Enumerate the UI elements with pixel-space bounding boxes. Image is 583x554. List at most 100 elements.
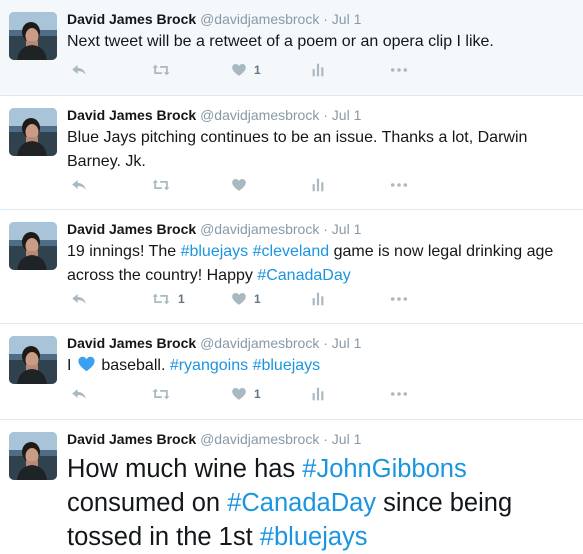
tweet-header: David James Brock @davidjamesbrock · Jul… [67,10,361,28]
hashtag-link[interactable]: #ryangoins [170,357,248,374]
tweet-header: David James Brock @davidjamesbrock · Jul… [67,106,361,124]
hashtag-link[interactable]: #CanadaDay [257,267,350,284]
retweet-icon [151,176,171,194]
hashtag-link[interactable]: #bluejays [260,523,368,551]
analytics-button[interactable] [309,289,327,309]
tweet[interactable]: David James Brock @davidjamesbrock · Jul… [0,96,583,210]
heart-icon [231,62,247,78]
reply-icon [70,61,88,79]
retweet-button[interactable] [151,384,178,404]
retweet-button[interactable]: 1 [151,289,185,309]
text-segment: consumed on [67,489,228,517]
tweet-date[interactable]: Jul 1 [332,107,362,123]
reply-button[interactable] [70,60,88,80]
reply-icon [70,176,88,194]
retweet-icon [151,61,171,79]
more-button[interactable] [388,384,410,404]
reply-button[interactable] [70,384,88,404]
text-segment: How much wine has [67,455,303,483]
retweet-icon [151,385,171,403]
user-handle[interactable]: @davidjamesbrock [200,11,319,27]
retweet-icon [151,290,171,308]
tweet-header: David James Brock @davidjamesbrock · Jul… [67,334,361,352]
tweet-text: 19 innings! The #bluejays #cleveland gam… [67,240,567,288]
separator: · [323,11,328,27]
user-fullname[interactable]: David James Brock [67,431,196,447]
reply-icon [70,385,88,403]
user-handle[interactable]: @davidjamesbrock [200,431,319,447]
more-icon [388,176,410,194]
tweet[interactable]: David James Brock @davidjamesbrock · Jul… [0,0,583,96]
tweet-date[interactable]: Jul 1 [332,11,362,27]
timeline: David James Brock @davidjamesbrock · Jul… [0,0,583,551]
separator: · [323,107,328,123]
tweet[interactable]: David James Brock @davidjamesbrock · Jul… [0,210,583,324]
avatar[interactable] [9,336,57,384]
tweet-date[interactable]: Jul 1 [332,335,362,351]
more-button[interactable] [388,175,410,195]
tweet-date[interactable]: Jul 1 [332,221,362,237]
analytics-icon [309,176,327,194]
avatar[interactable] [9,12,57,60]
reply-button[interactable] [70,289,88,309]
tweet-header: David James Brock @davidjamesbrock · Jul… [67,430,361,448]
retweet-count: 1 [178,292,185,306]
tweet[interactable]: David James Brock @davidjamesbrock · Jul… [0,324,583,420]
like-button[interactable] [231,175,254,195]
more-icon [388,385,410,403]
tweet-actions [67,175,427,195]
like-button[interactable]: 1 [231,289,261,309]
hashtag-link[interactable]: #cleveland [253,243,330,260]
heart-icon [231,386,247,402]
analytics-button[interactable] [309,60,327,80]
like-button[interactable]: 1 [231,384,261,404]
tweet-text: How much wine has #JohnGibbons consumed … [67,452,572,554]
like-count: 1 [254,387,261,401]
separator: · [323,431,328,447]
tweet-header: David James Brock @davidjamesbrock · Jul… [67,220,361,238]
more-icon [388,290,410,308]
tweet-text: I baseball. #ryangoins #bluejays [67,354,567,378]
user-handle[interactable]: @davidjamesbrock [200,107,319,123]
heart-icon [231,291,247,307]
user-fullname[interactable]: David James Brock [67,107,196,123]
separator: · [323,221,328,237]
tweet-text: Next tweet will be a retweet of a poem o… [67,33,494,50]
hashtag-link[interactable]: #bluejays [181,243,249,260]
text-segment: I [67,357,76,374]
analytics-icon [309,290,327,308]
tweet-actions: 1 [67,384,427,404]
retweet-button[interactable] [151,175,178,195]
avatar[interactable] [9,222,57,270]
tweet[interactable]: David James Brock @davidjamesbrock · Jul… [0,420,583,551]
tweet-text: Blue Jays pitching continues to be an is… [67,129,528,170]
tweet-date[interactable]: Jul 1 [332,431,362,447]
reply-button[interactable] [70,175,88,195]
analytics-icon [309,61,327,79]
user-fullname[interactable]: David James Brock [67,11,196,27]
avatar[interactable] [9,432,57,480]
hashtag-link[interactable]: #bluejays [253,357,321,374]
analytics-button[interactable] [309,384,327,404]
user-handle[interactable]: @davidjamesbrock [200,335,319,351]
like-count: 1 [254,292,261,306]
more-button[interactable] [388,60,410,80]
text-segment: baseball. [96,357,170,374]
user-handle[interactable]: @davidjamesbrock [200,221,319,237]
reply-icon [70,290,88,308]
tweet-actions: 1 1 [67,289,427,309]
analytics-button[interactable] [309,175,327,195]
retweet-button[interactable] [151,60,178,80]
more-button[interactable] [388,289,410,309]
analytics-icon [309,385,327,403]
heart-icon [231,177,247,193]
avatar[interactable] [9,108,57,156]
text-segment: 19 innings! The [67,243,181,260]
user-fullname[interactable]: David James Brock [67,335,196,351]
like-button[interactable]: 1 [231,60,261,80]
hashtag-link[interactable]: #JohnGibbons [302,455,466,483]
tweet-actions: 1 [67,60,427,80]
hashtag-link[interactable]: #CanadaDay [227,489,376,517]
like-count: 1 [254,63,261,77]
user-fullname[interactable]: David James Brock [67,221,196,237]
